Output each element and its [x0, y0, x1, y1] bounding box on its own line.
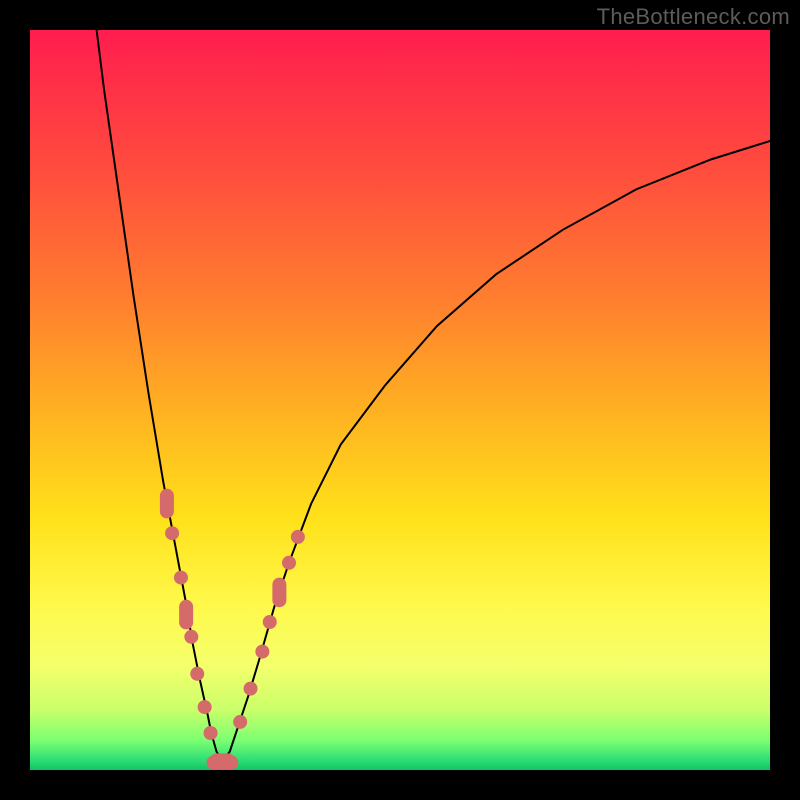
marker-dot [244, 682, 258, 696]
marker-pill [272, 578, 286, 608]
marker-pill [179, 600, 193, 630]
marker-dot [263, 615, 277, 629]
curve-right_branch [222, 141, 770, 761]
chart-frame: TheBottleneck.com [0, 0, 800, 800]
watermark-text: TheBottleneck.com [597, 4, 790, 30]
marker-dot [204, 726, 218, 740]
curve-left_branch [97, 30, 223, 761]
marker-dot [282, 556, 296, 570]
curve-layer [30, 30, 770, 770]
marker-dot [233, 715, 247, 729]
marker-dot [184, 630, 198, 644]
marker-dot [165, 526, 179, 540]
marker-dot [291, 530, 305, 544]
marker-dot [255, 645, 269, 659]
plot-area [30, 30, 770, 770]
marker-pill [210, 753, 235, 767]
marker-dot [174, 571, 188, 585]
marker-dot [190, 667, 204, 681]
marker-dot [198, 700, 212, 714]
marker-pill [160, 489, 174, 519]
